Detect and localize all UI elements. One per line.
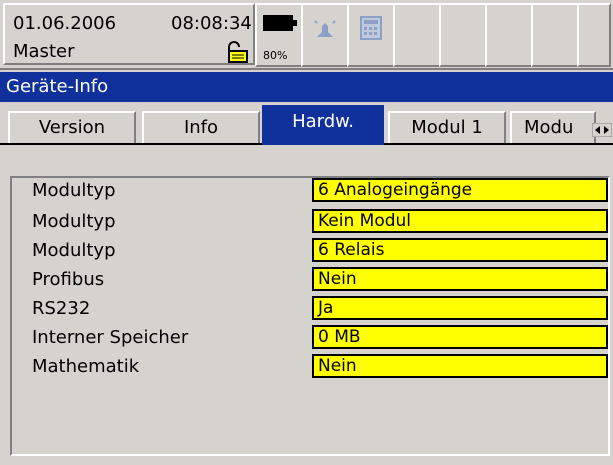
window-title: Geräte-Info [0,72,613,102]
tab-modul-2[interactable]: Modu [510,111,596,143]
alarm-slot[interactable] [301,3,349,67]
tab-scroll-arrows-icon[interactable] [592,123,612,137]
battery-icon [263,15,293,31]
alarm-bell-icon [314,20,336,37]
status-slot-8 [531,3,579,67]
row-label: RS232 [32,298,91,319]
status-slot-7 [485,3,533,67]
row-value: 6 Relais [312,238,608,262]
row-label: Mathematik [32,356,140,377]
battery-percent: 80% [263,49,288,62]
current-time: 08:08:34 [171,13,252,34]
info-row: Profibus Nein [12,267,612,293]
calculator-icon [360,16,382,40]
info-row: Modultyp 6 Analogeingänge [12,178,612,204]
row-value: 0 MB [312,325,608,349]
hardware-info-panel: Modultyp 6 Analogeingänge Modultyp Kein … [10,176,610,456]
row-label: Modultyp [32,211,116,232]
datetime-user-box: 01.06.2006 08:08:34 Master [3,3,255,65]
tab-hardware[interactable]: Hardw. [262,105,384,145]
current-date: 01.06.2006 [13,13,117,34]
info-row: RS232 Ja [12,296,612,322]
tab-modul-1[interactable]: Modul 1 [388,111,506,143]
info-row: Modultyp 6 Relais [12,238,612,264]
info-row: Modultyp Kein Modul [12,209,612,235]
info-row: Interner Speicher 0 MB [12,325,612,351]
status-slot-5 [393,3,441,67]
tab-info[interactable]: Info [142,111,260,143]
lock-icon[interactable] [223,41,249,63]
calculator-slot[interactable] [347,3,395,67]
battery-tip [293,20,297,26]
row-label: Modultyp [32,240,116,261]
row-label: Modultyp [32,180,116,201]
row-value: 6 Analogeingänge [312,178,608,202]
row-label: Interner Speicher [32,327,189,348]
row-value: Nein [312,267,608,291]
row-value: Nein [312,354,608,378]
battery-slot: 80% [255,3,303,67]
current-user: Master [13,41,75,62]
info-row: Mathematik Nein [12,354,612,380]
tab-version[interactable]: Version [8,111,136,143]
row-value: Ja [312,296,608,320]
status-slot-9 [577,3,611,67]
status-slot-6 [439,3,487,67]
tab-bar: Version Info Hardw. Modul 1 Modu [0,103,613,145]
status-bar: 01.06.2006 08:08:34 Master 80% [0,0,613,70]
row-label: Profibus [32,269,105,290]
row-value: Kein Modul [312,209,608,233]
